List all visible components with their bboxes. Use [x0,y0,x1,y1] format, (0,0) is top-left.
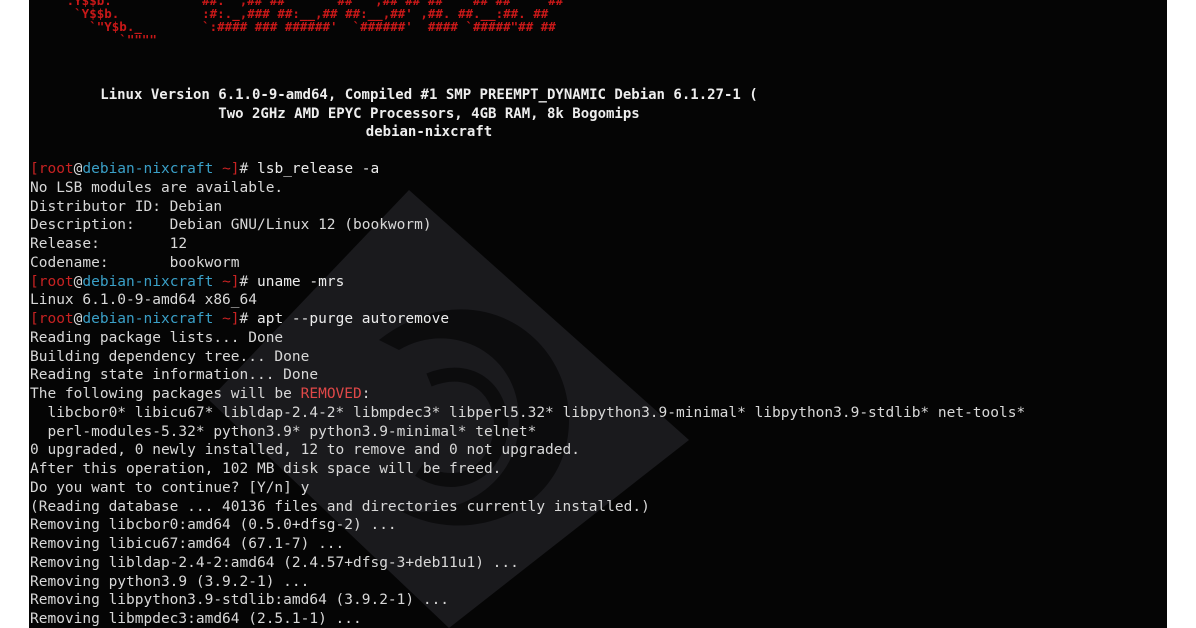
prompt-bracket: [ [30,273,39,290]
prompt-path: ~] [213,161,240,177]
output-line: perl-modules-5.32* python3.9* python3.9-… [30,423,537,440]
prompt-host: debian-nixcraft [82,311,214,327]
prompt-hash: # [239,161,258,177]
prompt-bracket: [ [30,161,39,177]
output-line: No LSB modules are available. [30,179,284,196]
terminal-window[interactable]: .Y$$b. ##. ,## ## ## ,## ## ## ## ## ## … [29,0,1167,628]
removed-heading-line: The following packages will be REMOVED: [30,385,1167,404]
prompt-user: root [38,161,74,177]
output-line: Reading state information... Done [30,367,319,384]
prompt-host: debian-nixcraft [82,273,214,290]
prompt-line-3: [root@debian-nixcraft ~]# apt --purge au… [30,310,1167,329]
system-banner: Linux Version 6.1.0-9-amd64, Compiled #1… [29,86,829,142]
output-line: Removing libicu67:amd64 (67.1-7) ... [30,536,345,552]
terminal-output: [root@debian-nixcraft ~]# lsb_release -a… [30,160,1167,628]
banner-line-3: debian-nixcraft [365,124,493,140]
banner-line-2: Two 2GHz AMD EPYC Processors, 4GB RAM, 8… [218,105,640,122]
command-text: lsb_release -a [257,161,380,177]
prompt-line-1: [root@debian-nixcraft ~]# lsb_release -a [30,160,1167,179]
output-line: Release: 12 [30,236,188,252]
output-line: Removing python3.9 (3.9.2-1) ... [30,573,310,590]
output-line: Building dependency tree... Done [30,348,310,365]
prompt-hash: # [239,273,258,290]
removed-prefix: The following packages will be [30,386,301,402]
command-text: apt --purge autoremove [257,311,450,327]
output-line: Do you want to continue? [Y/n] y [30,479,310,496]
output-line: 0 upgraded, 0 newly installed, 12 to rem… [30,442,580,459]
output-line: Linux 6.1.0-9-amd64 x86_64 [30,292,257,309]
banner-line-1: Linux Version 6.1.0-9-amd64, Compiled #1… [100,87,758,103]
output-line: Distributor ID: Debian [30,198,223,215]
screenshot-frame: .Y$$b. ##. ,## ## ## ,## ## ## ## ## ## … [0,0,1196,628]
output-line: libcbor0* libicu67* libldap-2.4-2* libmp… [30,404,1026,421]
prompt-user: root [38,311,74,327]
ascii-logo: .Y$$b. ##. ,## ## ## ,## ## ## ## ## ## … [29,0,564,47]
prompt-path: ~] [213,311,240,327]
ascii-logo-text: .Y$$b. ##. ,## ## ## ,## ## ## ## ## ## … [66,0,564,47]
output-line: Removing libpython3.9-stdlib:amd64 (3.9.… [30,592,450,609]
prompt-path: ~] [213,273,240,290]
prompt-line-2: [root@debian-nixcraft ~]# uname -mrs [30,273,1167,292]
output-line: After this operation, 102 MB disk space … [30,461,502,477]
prompt-host: debian-nixcraft [82,161,214,177]
prompt-bracket: [ [30,311,39,327]
output-line: Removing libmpdec3:amd64 (2.5.1-1) ... [30,611,362,627]
command-text: uname -mrs [257,273,345,290]
removed-suffix: : [361,386,371,402]
prompt-user: root [38,273,74,290]
removed-word: REMOVED [300,386,362,402]
prompt-hash: # [239,311,258,327]
output-line: Description: Debian GNU/Linux 12 (bookwo… [30,217,432,234]
output-line: Removing libldap-2.4-2:amd64 (2.4.57+dfs… [30,554,519,571]
output-line: Removing libcbor0:amd64 (0.5.0+dfsg-2) .… [30,517,397,534]
output-line: (Reading database ... 40136 files and di… [30,498,650,515]
output-line: Reading package lists... Done [30,329,284,346]
output-line: Codename: bookworm [30,254,240,271]
